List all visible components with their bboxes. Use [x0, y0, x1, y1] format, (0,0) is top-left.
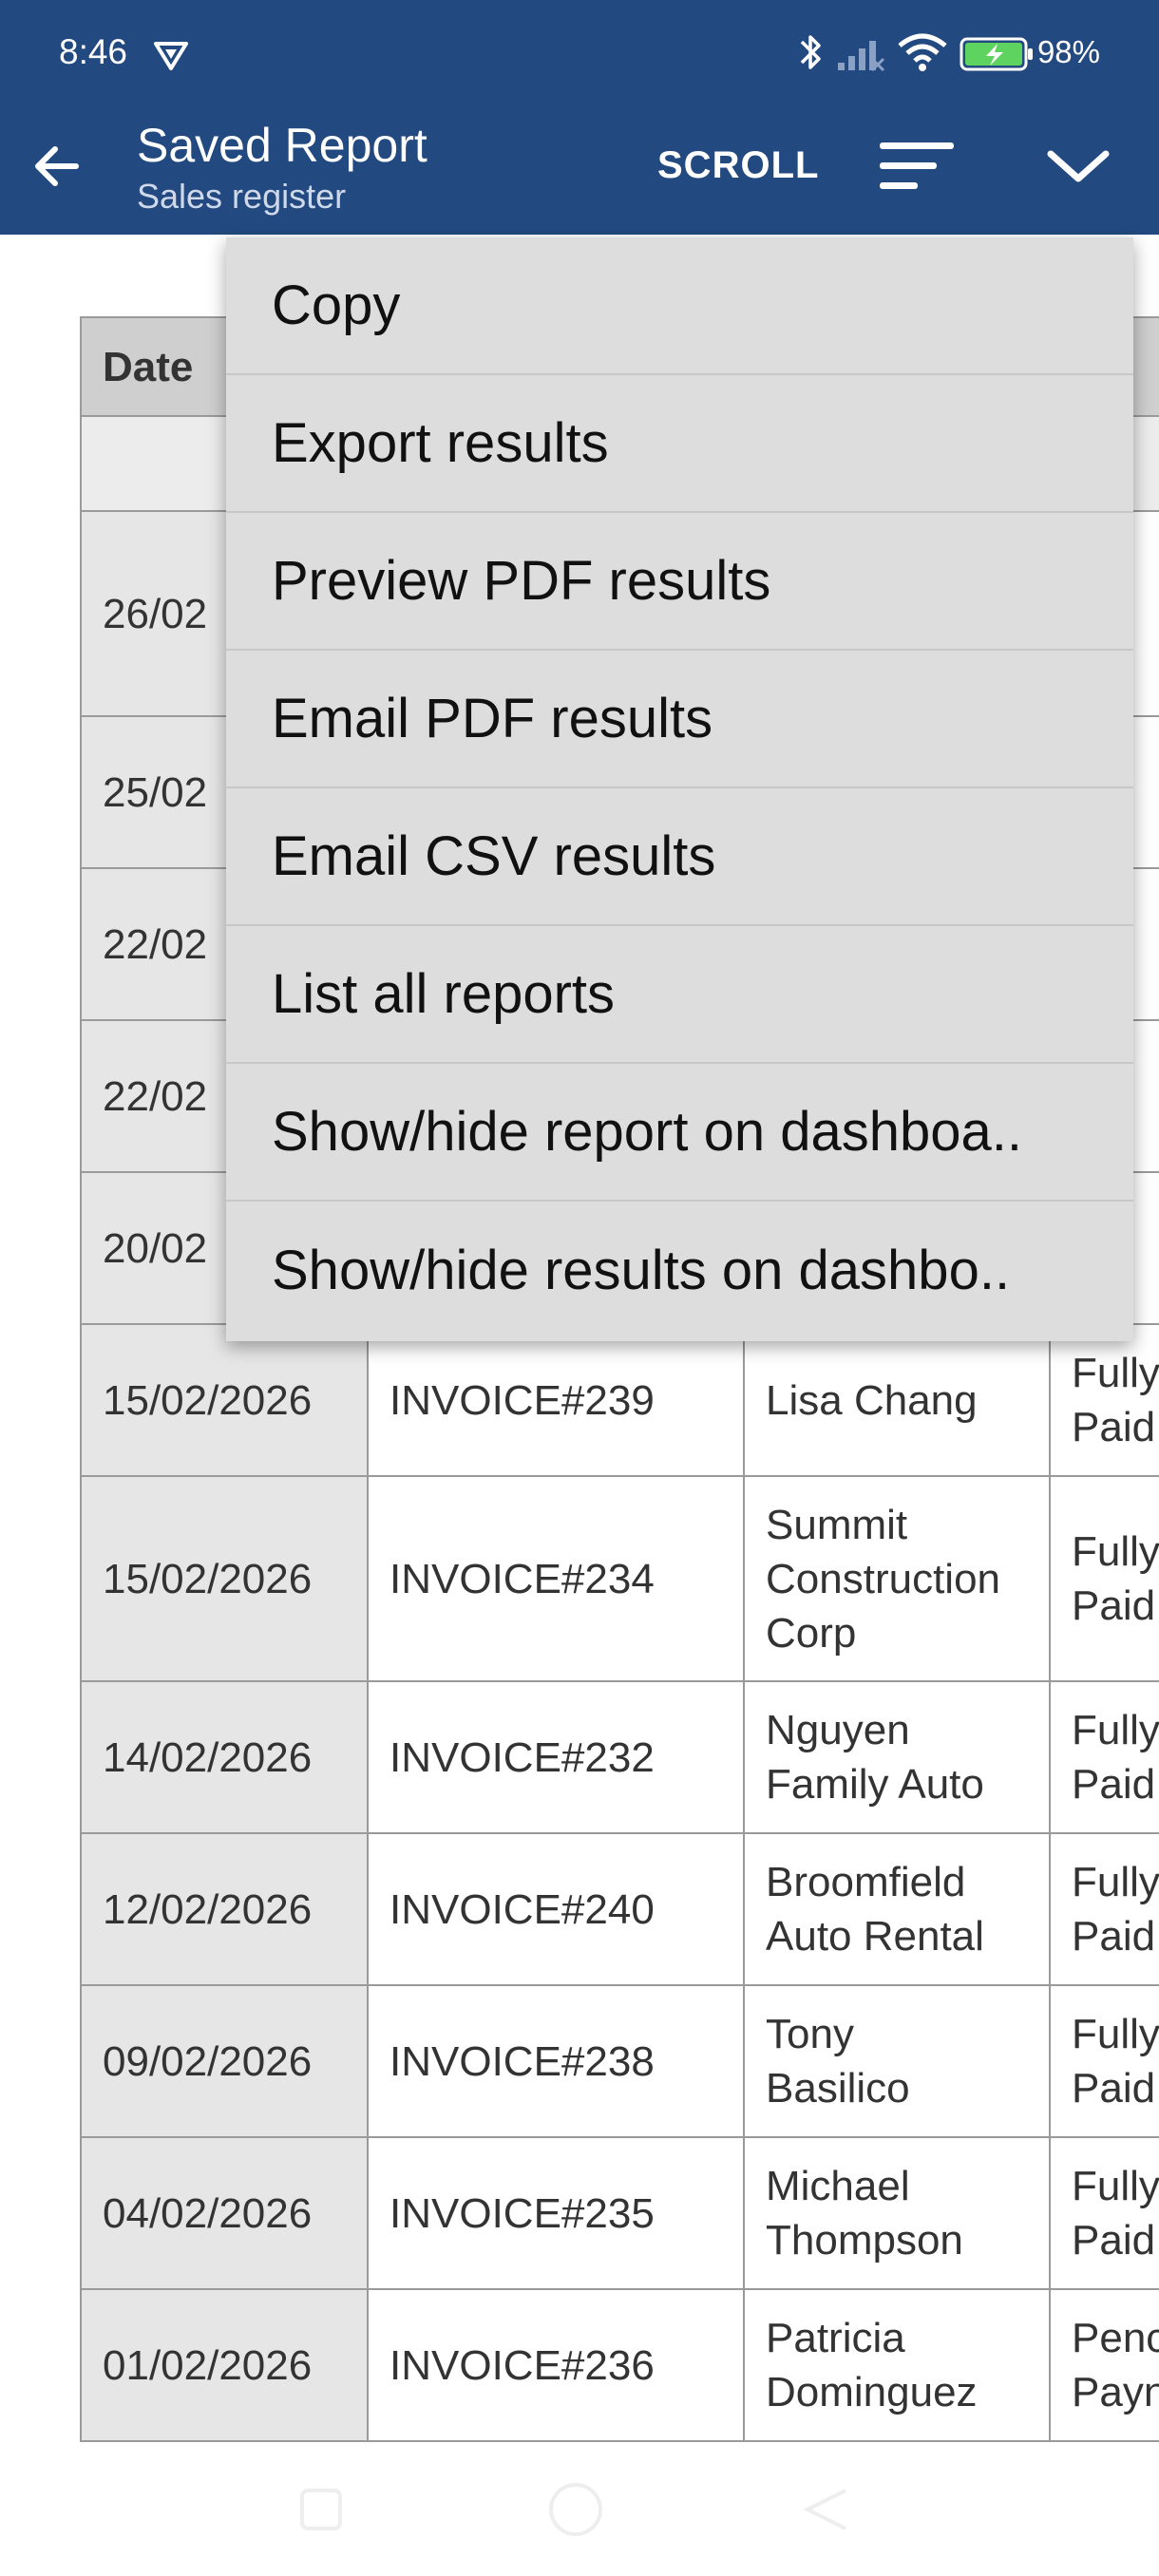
table-row[interactable]: 12/02/2026 INVOICE#240 Broomfield Auto Ren…: [80, 1832, 1159, 1986]
customer-cell: Patricia Dominguez: [743, 2288, 1051, 2442]
invoice-cell: INVOICE#236: [367, 2288, 745, 2442]
customer-cell: Michael Thompson: [743, 2136, 1051, 2290]
menu-item[interactable]: List all reports: [226, 926, 1133, 1064]
menu-item[interactable]: Show/hide report on dashboa..: [226, 1064, 1133, 1202]
date-cell: 15/02/2026: [80, 1323, 369, 1477]
sort-icon[interactable]: [878, 135, 958, 198]
menu-item[interactable]: Preview PDF results: [226, 513, 1133, 651]
table-row[interactable]: 14/02/2026 INVOICE#232 Nguyen Family Auto F…: [80, 1680, 1159, 1834]
invoice-cell: INVOICE#239: [367, 1323, 745, 1477]
status-cell: Fully Paid: [1049, 1323, 1159, 1477]
page-title: Saved Report: [137, 119, 428, 172]
menu-item[interactable]: Copy: [226, 237, 1133, 375]
status-cell: Fully Paid: [1049, 1984, 1159, 2138]
customer-cell: Nguyen Family Auto: [743, 1680, 1051, 1834]
page-subtitle: Sales register: [137, 177, 347, 216]
customer-cell: Summit Construction Corp: [743, 1475, 1051, 1682]
status-cell: Fully Paid: [1049, 1680, 1159, 1834]
status-cell: Fully Paid: [1049, 1475, 1159, 1682]
system-nav-bar: [300, 2483, 846, 2536]
date-cell: 12/02/2026: [80, 1832, 369, 1986]
wifi-icon: [898, 33, 947, 71]
customer-cell: Broomfield Auto Rental: [743, 1832, 1051, 1986]
table-row[interactable]: 01/02/2026 INVOICE#236 Patricia Dominguez P…: [80, 2288, 1159, 2442]
recent-apps-icon: [300, 2489, 342, 2530]
menu-item[interactable]: Email CSV results: [226, 788, 1133, 926]
arrow-left-icon[interactable]: [28, 138, 86, 195]
back-nav-icon: [803, 2489, 846, 2530]
scroll-button[interactable]: SCROLL: [657, 144, 819, 187]
invoice-cell: INVOICE#232: [367, 1680, 745, 1834]
status-cell: Penc Payn: [1049, 2288, 1159, 2442]
menu-item[interactable]: Export results: [226, 375, 1133, 513]
table-row[interactable]: 15/02/2026 INVOICE#234 Summit Construction…: [80, 1475, 1159, 1682]
signal-icon: [838, 41, 885, 72]
date-cell: 15/02/2026: [80, 1475, 369, 1682]
invoice-cell: INVOICE#234: [367, 1475, 745, 1682]
bluetooth-icon: [800, 35, 821, 69]
invoice-cell: INVOICE#238: [367, 1984, 745, 2138]
table-row[interactable]: 09/02/2026 INVOICE#238 Tony Basilico Fully …: [80, 1984, 1159, 2138]
date-cell: 14/02/2026: [80, 1680, 369, 1834]
invoice-cell: INVOICE#240: [367, 1832, 745, 1986]
invoice-cell: INVOICE#235: [367, 2136, 745, 2290]
vpn-icon: [154, 42, 188, 70]
date-cell: 09/02/2026: [80, 1984, 369, 2138]
customer-cell: Lisa Chang: [743, 1323, 1051, 1477]
app-bar: 8:46 98% Saved Report Sales register SCR…: [0, 0, 1159, 235]
table-row[interactable]: 15/02/2026 INVOICE#239 Lisa Chang Fully Pai…: [80, 1323, 1159, 1477]
battery-level: 98%: [1036, 34, 1100, 69]
status-cell: Fully Paid: [1049, 1832, 1159, 1986]
home-icon: [549, 2483, 602, 2536]
status-cell: Fully Paid: [1049, 2136, 1159, 2290]
menu-item[interactable]: Show/hide results on dashbo..: [226, 1202, 1133, 1339]
customer-cell: Tony Basilico: [743, 1984, 1051, 2138]
date-cell: 04/02/2026: [80, 2136, 369, 2290]
table-row[interactable]: 04/02/2026 INVOICE#235 Michael Thompson Ful…: [80, 2136, 1159, 2290]
status-time: 8:46: [59, 32, 128, 71]
menu-item[interactable]: Email PDF results: [226, 651, 1133, 788]
date-cell: 01/02/2026: [80, 2288, 369, 2442]
battery-icon: [960, 37, 1033, 71]
chevron-down-icon[interactable]: [1045, 142, 1112, 190]
status-bar: 8:46 98%: [0, 0, 1159, 109]
overflow-menu: Copy Export results Preview PDF results Ema…: [226, 237, 1133, 1341]
